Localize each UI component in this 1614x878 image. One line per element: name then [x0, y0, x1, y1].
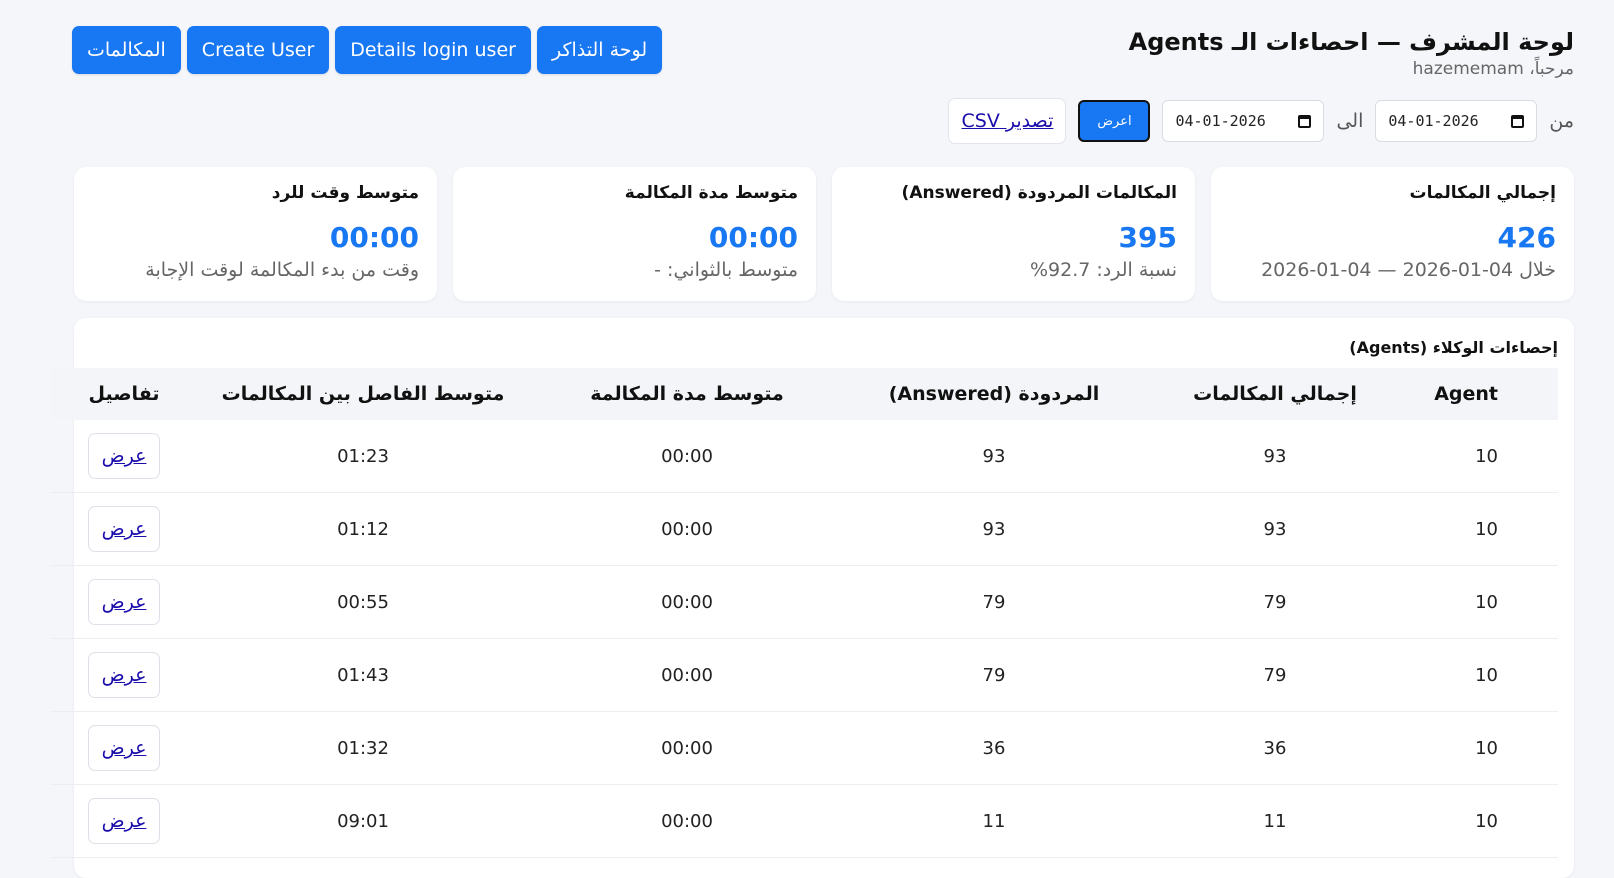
agent-cell: 10 — [1408, 784, 1558, 858]
to-date-input[interactable]: 04-01-2026 — [1162, 100, 1325, 142]
avg-duration-cell: 00:00 — [528, 565, 846, 639]
avg-duration-cell: 00:00 — [528, 420, 846, 493]
stat-card-value: 00:00 — [708, 221, 798, 254]
stat-card-subtitle: متوسط بالثواني: - — [654, 259, 798, 281]
avg-gap-cell: 09:01 — [198, 784, 528, 858]
stat-card-value: 426 — [1497, 221, 1556, 254]
details-login-user-button[interactable]: Details login user — [335, 26, 531, 74]
agent-cell: 10 — [1408, 638, 1558, 712]
to-date-value: 04-01-2026 — [1175, 112, 1266, 130]
stat-card-total-calls: إجمالي المكالمات 426 خلال 04-01-2026 — 0… — [1211, 167, 1574, 301]
column-header-avg-gap: متوسط الفاصل بين المكالمات — [198, 368, 528, 420]
column-header-total-calls: إجمالي المكالمات — [1142, 368, 1408, 420]
export-csv-link[interactable]: تصدير CSV — [948, 98, 1067, 144]
total-calls-cell: 36 — [1142, 711, 1408, 785]
avg-gap-cell: 01:32 — [198, 711, 528, 785]
answered-cell: 93 — [846, 492, 1142, 566]
table-row: 10 93 93 00:00 01:23 عرض — [50, 420, 1558, 493]
column-header-avg-duration: متوسط مدة المكالمة — [528, 368, 846, 420]
date-filter-bar: من 04-01-2026 الى 04-01-2026 اعرض تصدير … — [948, 98, 1574, 144]
page-header: لوحة المشرف — احصاءات الـ Agents مرحباً،… — [72, 26, 1574, 86]
avg-duration-cell: 00:00 — [528, 711, 846, 785]
answered-cell: 79 — [846, 565, 1142, 639]
welcome-text: مرحباً، hazememam — [1412, 59, 1574, 79]
avg-duration-cell: 00:00 — [528, 638, 846, 712]
calls-button[interactable]: المكالمات — [72, 26, 181, 74]
calendar-icon[interactable] — [1298, 114, 1312, 128]
stats-cards: إجمالي المكالمات 426 خلال 04-01-2026 — 0… — [74, 167, 1574, 301]
table-row: 10 79 79 00:00 00:55 عرض — [50, 565, 1558, 639]
to-label: الى — [1336, 110, 1364, 132]
stat-card-subtitle: خلال 04-01-2026 — 04-01-2026 — [1261, 259, 1556, 281]
stat-card-title: متوسط مدة المكالمة — [624, 183, 798, 203]
table-header-row: Agent إجمالي المكالمات المردودة (Answere… — [50, 368, 1558, 420]
view-details-button[interactable]: عرض — [88, 579, 160, 625]
table-row: 10 36 36 00:00 01:32 عرض — [50, 711, 1558, 785]
agent-cell: 10 — [1408, 565, 1558, 639]
show-button[interactable]: اعرض — [1078, 100, 1151, 142]
stat-card-title: إجمالي المكالمات — [1409, 183, 1556, 203]
avg-duration-cell: 00:00 — [528, 784, 846, 858]
avg-duration-cell: 00:00 — [528, 492, 846, 566]
answered-cell: 36 — [846, 711, 1142, 785]
details-cell: عرض — [50, 711, 198, 785]
stat-card-subtitle: وقت من بدء المكالمة لوقت الإجابة — [145, 259, 419, 281]
answered-cell: 93 — [846, 420, 1142, 493]
agent-cell: 10 — [1408, 711, 1558, 785]
agents-table: Agent إجمالي المكالمات المردودة (Answere… — [50, 368, 1558, 858]
create-user-button[interactable]: Create User — [186, 26, 330, 74]
column-header-agent: Agent — [1408, 368, 1558, 420]
details-cell: عرض — [50, 784, 198, 858]
stat-card-answered-calls: المكالمات المردودة (Answered) 395 نسبة ا… — [832, 167, 1195, 301]
from-date-input[interactable]: 04-01-2026 — [1375, 100, 1538, 142]
agents-table-title: إحصاءات الوكلاء (Agents) — [1349, 338, 1558, 357]
page-title: لوحة المشرف — احصاءات الـ Agents — [1128, 28, 1574, 56]
agents-stats-panel: إحصاءات الوكلاء (Agents) Agent إجمالي ال… — [50, 318, 1574, 878]
view-details-button[interactable]: عرض — [88, 798, 160, 844]
agent-cell: 10 — [1408, 420, 1558, 493]
stat-card-value: 395 — [1118, 221, 1177, 254]
details-cell: عرض — [50, 565, 198, 639]
agent-cell: 10 — [1408, 492, 1558, 566]
tickets-board-button[interactable]: لوحة التذاكر — [536, 26, 663, 74]
stat-card-avg-answer-time: متوسط وقت للرد 00:00 وقت من بدء المكالمة… — [74, 167, 437, 301]
table-row: 10 93 93 00:00 01:12 عرض — [50, 492, 1558, 566]
details-cell: عرض — [50, 420, 198, 493]
total-calls-cell: 79 — [1142, 565, 1408, 639]
answered-cell: 79 — [846, 638, 1142, 712]
total-calls-cell: 79 — [1142, 638, 1408, 712]
total-calls-cell: 93 — [1142, 420, 1408, 493]
stat-card-title: متوسط وقت للرد — [271, 183, 419, 203]
details-cell: عرض — [50, 492, 198, 566]
answered-cell: 11 — [846, 784, 1142, 858]
table-row: 10 11 11 00:00 09:01 عرض — [50, 784, 1558, 858]
view-details-button[interactable]: عرض — [88, 506, 160, 552]
from-date-value: 04-01-2026 — [1388, 112, 1479, 130]
view-details-button[interactable]: عرض — [88, 433, 160, 479]
nav-buttons: لوحة التذاكر Details login user Create U… — [72, 26, 663, 74]
view-details-button[interactable]: عرض — [88, 652, 160, 698]
stat-card-title: المكالمات المردودة (Answered) — [901, 183, 1177, 203]
column-header-answered: المردودة (Answered) — [846, 368, 1142, 420]
title-block: لوحة المشرف — احصاءات الـ Agents مرحباً،… — [1129, 26, 1574, 79]
avg-gap-cell: 01:23 — [198, 420, 528, 493]
table-row: 10 79 79 00:00 01:43 عرض — [50, 638, 1558, 712]
stat-card-value: 00:00 — [329, 221, 419, 254]
column-header-details: تفاصيل — [50, 368, 198, 420]
view-details-button[interactable]: عرض — [88, 725, 160, 771]
details-cell: عرض — [50, 638, 198, 712]
stat-card-subtitle: نسبة الرد: 92.7% — [1029, 259, 1177, 281]
calendar-icon[interactable] — [1511, 114, 1525, 128]
avg-gap-cell: 01:12 — [198, 492, 528, 566]
total-calls-cell: 11 — [1142, 784, 1408, 858]
from-label: من — [1549, 110, 1574, 132]
total-calls-cell: 93 — [1142, 492, 1408, 566]
stat-card-avg-duration: متوسط مدة المكالمة 00:00 متوسط بالثواني:… — [453, 167, 816, 301]
avg-gap-cell: 00:55 — [198, 565, 528, 639]
avg-gap-cell: 01:43 — [198, 638, 528, 712]
